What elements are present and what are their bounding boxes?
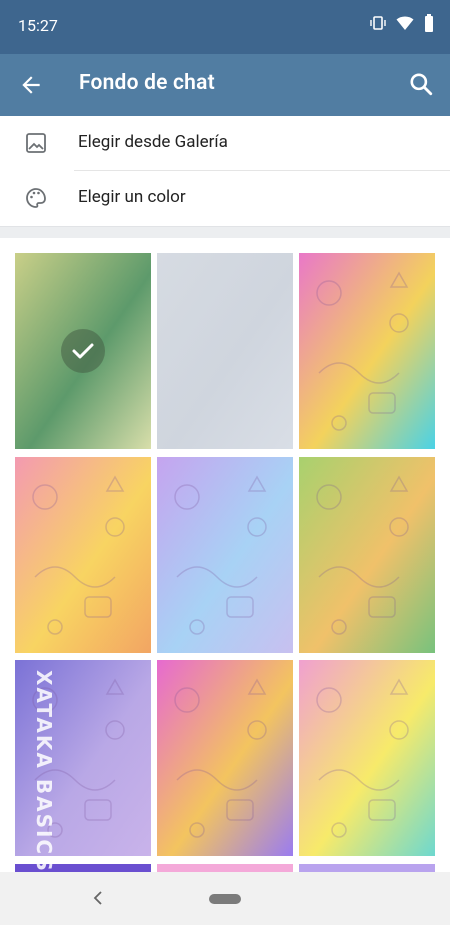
app-bar: Fondo de chat bbox=[0, 54, 450, 116]
watermark: XATAKA BASICS bbox=[12, 650, 56, 880]
page-title: Fondo de chat bbox=[79, 71, 215, 95]
menu-item-label: Elegir desde Galería bbox=[78, 132, 228, 152]
watermark-text: XATAKA BASICS bbox=[32, 670, 56, 873]
nav-back-icon[interactable] bbox=[88, 888, 108, 908]
search-icon[interactable] bbox=[408, 71, 434, 97]
wallpaper-source-menu: Elegir desde Galería Elegir un color bbox=[0, 116, 450, 226]
home-pill-icon[interactable] bbox=[209, 894, 241, 904]
wallpaper-tile-pink-yellow-sweets[interactable] bbox=[15, 457, 151, 653]
wallpaper-tile-rainbow-animals[interactable] bbox=[299, 253, 435, 449]
status-time: 15:27 bbox=[18, 16, 58, 35]
status-bar: 15:27 bbox=[0, 0, 450, 54]
menu-item-gallery[interactable]: Elegir desde Galería bbox=[0, 116, 450, 171]
selected-check-icon bbox=[61, 329, 105, 373]
battery-icon bbox=[425, 14, 433, 32]
system-nav-bar bbox=[0, 872, 450, 925]
wallpaper-tile-green-gradient[interactable] bbox=[15, 253, 151, 449]
wallpaper-tile-green-orange-food[interactable] bbox=[299, 457, 435, 653]
wallpaper-tile-blue-white-space[interactable] bbox=[157, 457, 293, 653]
status-icons bbox=[370, 14, 434, 32]
wifi-icon bbox=[396, 16, 414, 30]
vibrate-icon bbox=[370, 16, 386, 30]
arrow-left-icon[interactable] bbox=[18, 72, 44, 98]
wallpaper-tile-pink-orange-fire[interactable] bbox=[157, 660, 293, 856]
wallpaper-grid bbox=[0, 238, 450, 872]
wallpaper-tile-rainbow-math[interactable] bbox=[299, 660, 435, 856]
wallpaper-tile-partial[interactable] bbox=[299, 864, 435, 872]
menu-item-color[interactable]: Elegir un color bbox=[0, 171, 450, 226]
menu-item-label: Elegir un color bbox=[78, 187, 186, 207]
wallpaper-tile-light-gray[interactable] bbox=[157, 253, 293, 449]
image-icon bbox=[26, 133, 46, 153]
wallpaper-tile-partial[interactable] bbox=[157, 864, 293, 872]
palette-icon bbox=[26, 188, 46, 208]
